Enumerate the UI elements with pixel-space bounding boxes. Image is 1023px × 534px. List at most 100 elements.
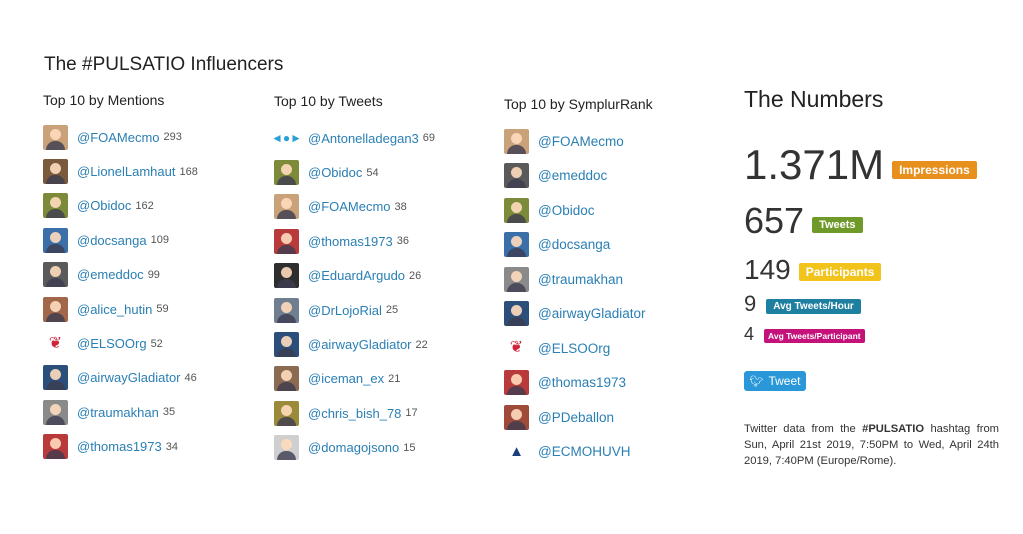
user-handle-link[interactable]: @thomas1973 <box>77 439 162 454</box>
list-item[interactable]: @docsanga <box>504 228 653 263</box>
avatar[interactable] <box>504 301 529 327</box>
list-item[interactable]: @domagojsono 15 <box>274 431 435 465</box>
avatar[interactable] <box>274 435 299 461</box>
user-handle-link[interactable]: @docsanga <box>77 233 147 248</box>
avatar[interactable] <box>274 366 299 392</box>
list-item[interactable]: @FOAMecmo 38 <box>274 190 435 224</box>
avatar[interactable] <box>274 400 299 426</box>
list-item[interactable]: @traumakhan 35 <box>43 395 198 429</box>
list-item[interactable]: @DrLojoRial 25 <box>274 293 435 327</box>
user-handle-link[interactable]: @airwayGladiator <box>77 370 181 385</box>
avatar[interactable] <box>274 228 299 254</box>
list-item[interactable]: @emeddoc 99 <box>43 258 198 292</box>
user-handle-link[interactable]: @airwayGladiator <box>308 337 412 352</box>
user-handle-link[interactable]: @ELSOOrg <box>77 336 147 351</box>
participants-stat: 149 Participants <box>744 254 882 286</box>
list-item[interactable]: ▲ @ECMOHUVH <box>504 435 653 470</box>
user-handle-link[interactable]: @PDeballon <box>538 410 614 425</box>
list-item[interactable]: @docsanga 109 <box>43 223 198 257</box>
user-handle-link[interactable]: @Obidoc <box>308 165 362 180</box>
avatar[interactable] <box>274 297 299 323</box>
numbers-heading: The Numbers <box>744 86 884 112</box>
avatar[interactable] <box>274 194 299 220</box>
top-mentions-column: Top 10 by Mentions @FOAMecmo 293 @LionelLa… <box>43 92 198 464</box>
avatar[interactable] <box>43 296 68 322</box>
avatar[interactable] <box>43 365 68 391</box>
list-item[interactable]: @Obidoc <box>504 193 653 228</box>
avatar[interactable] <box>504 232 529 258</box>
list-item[interactable]: @iceman_ex 21 <box>274 362 435 396</box>
avatar[interactable] <box>504 128 529 154</box>
avatar[interactable] <box>504 197 529 223</box>
user-handle-link[interactable]: @FOAMecmo <box>308 199 391 214</box>
list-item[interactable]: @alice_hutin 59 <box>43 292 198 326</box>
user-handle-link[interactable]: @thomas1973 <box>538 375 626 390</box>
user-handle-link[interactable]: @Obidoc <box>77 198 131 213</box>
list-item[interactable]: @airwayGladiator 46 <box>43 361 198 395</box>
user-handle-link[interactable]: @emeddoc <box>77 267 144 282</box>
list-item[interactable]: ❦ @ELSOOrg <box>504 331 653 366</box>
avg-hour-badge: Avg Tweets/Hour <box>766 298 861 314</box>
avatar[interactable] <box>504 370 529 396</box>
user-handle-link[interactable]: @traumakhan <box>77 405 159 420</box>
list-item[interactable]: @thomas1973 36 <box>274 224 435 258</box>
user-handle-link[interactable]: @ELSOOrg <box>538 341 610 356</box>
user-handle-link[interactable]: @traumakhan <box>538 272 623 287</box>
avatar[interactable] <box>274 263 299 289</box>
avatar[interactable] <box>504 266 529 292</box>
user-handle-link[interactable]: @EduardArgudo <box>308 268 405 283</box>
list-item[interactable]: @emeddoc <box>504 159 653 194</box>
user-handle-link[interactable]: @thomas1973 <box>308 234 393 249</box>
user-handle-link[interactable]: @alice_hutin <box>77 302 152 317</box>
list-item[interactable]: @Obidoc 54 <box>274 155 435 189</box>
top-tweets-column: Top 10 by Tweets ◄●► @Antonelladegan3 69 @O… <box>274 93 435 465</box>
list-item[interactable]: @LionelLamhaut 168 <box>43 154 198 188</box>
user-handle-link[interactable]: @airwayGladiator <box>538 306 646 321</box>
list-item[interactable]: @FOAMecmo 293 <box>43 120 198 154</box>
user-handle-link[interactable]: @Obidoc <box>538 203 594 218</box>
avg-hour-value: 9 <box>744 291 757 316</box>
count: 59 <box>156 303 169 316</box>
user-handle-link[interactable]: @FOAMecmo <box>77 130 160 145</box>
avatar[interactable] <box>43 124 68 150</box>
avatar[interactable] <box>274 160 299 186</box>
list-item[interactable]: @traumakhan <box>504 262 653 297</box>
avatar[interactable]: ❦ <box>43 331 68 357</box>
list-item[interactable]: @PDeballon <box>504 400 653 435</box>
avatar[interactable] <box>43 159 68 185</box>
list-item[interactable]: @thomas1973 <box>504 366 653 401</box>
user-handle-link[interactable]: @chris_bish_78 <box>308 406 401 421</box>
avatar[interactable]: ❦ <box>504 335 529 361</box>
symplur-list: @FOAMecmo @emeddoc @Obidoc @docsanga @trauma… <box>504 124 653 469</box>
avatar[interactable] <box>504 404 529 430</box>
avatar[interactable] <box>274 332 299 358</box>
list-item[interactable]: @FOAMecmo <box>504 124 653 159</box>
avatar[interactable]: ▲ <box>504 439 529 465</box>
user-handle-link[interactable]: @LionelLamhaut <box>77 164 175 179</box>
user-handle-link[interactable]: @Antonelladegan3 <box>308 131 419 146</box>
list-item[interactable]: ◄●► @Antonelladegan3 69 <box>274 121 435 155</box>
user-handle-link[interactable]: @FOAMecmo <box>538 134 624 149</box>
avatar[interactable] <box>43 193 68 219</box>
list-item[interactable]: @chris_bish_78 17 <box>274 396 435 430</box>
avatar[interactable] <box>504 163 529 189</box>
user-handle-link[interactable]: @iceman_ex <box>308 371 384 386</box>
list-item[interactable]: @Obidoc 162 <box>43 189 198 223</box>
user-handle-link[interactable]: @ECMOHUVH <box>538 444 630 459</box>
user-handle-link[interactable]: @domagojsono <box>308 440 399 455</box>
list-item[interactable]: @airwayGladiator 22 <box>274 327 435 361</box>
list-item[interactable]: @EduardArgudo 26 <box>274 259 435 293</box>
list-item[interactable]: @airwayGladiator <box>504 297 653 332</box>
user-handle-link[interactable]: @docsanga <box>538 237 610 252</box>
list-item[interactable]: @thomas1973 34 <box>43 430 198 464</box>
avatar[interactable]: ◄●► <box>274 125 299 151</box>
symplur-heading: Top 10 by SymplurRank <box>504 96 653 112</box>
avatar[interactable] <box>43 434 68 460</box>
list-item[interactable]: ❦ @ELSOOrg 52 <box>43 326 198 360</box>
avatar[interactable] <box>43 262 68 288</box>
user-handle-link[interactable]: @DrLojoRial <box>308 303 382 318</box>
avatar[interactable] <box>43 227 68 253</box>
user-handle-link[interactable]: @emeddoc <box>538 168 607 183</box>
avatar[interactable] <box>43 399 68 425</box>
tweet-button[interactable]: 🐦︎ Tweet <box>744 371 806 391</box>
